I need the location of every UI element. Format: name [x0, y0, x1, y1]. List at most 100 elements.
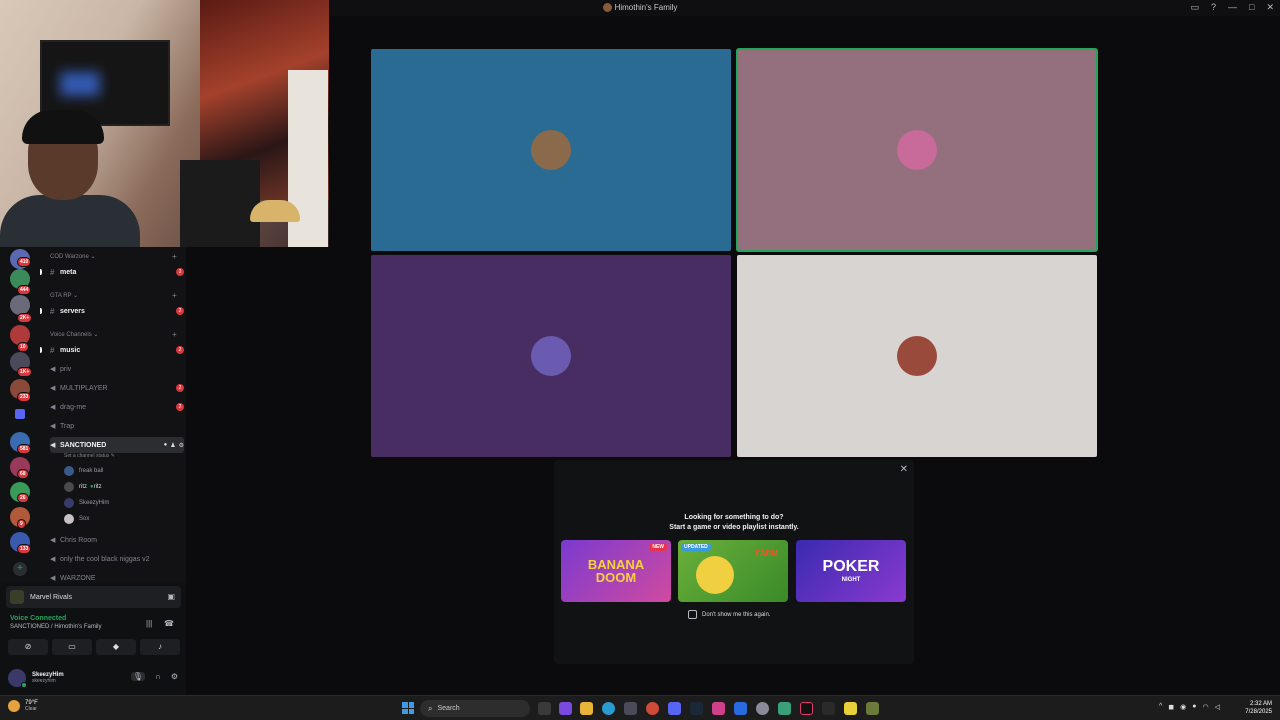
taskbar-app-icon[interactable] — [778, 702, 791, 715]
voice-channel-multiplayer[interactable]: ◀ MULTIPLAYER 2 — [50, 380, 184, 396]
edge-icon[interactable] — [602, 702, 615, 715]
server-icon[interactable] — [10, 295, 30, 315]
screen-share-button[interactable]: ▭ — [52, 639, 92, 655]
speaker-icon: ◀ — [50, 537, 56, 544]
voice-channel-warzone[interactable]: ◀ WARZONE — [50, 570, 184, 583]
microphone-icon[interactable]: 🎙 — [130, 672, 146, 681]
voice-user[interactable]: freak ball — [64, 464, 184, 478]
participant-avatar — [897, 336, 937, 376]
popup-subheading: Start a game or video playlist instantly… — [669, 524, 799, 531]
dresser — [180, 160, 260, 247]
taskbar-app-icon[interactable] — [559, 702, 572, 715]
chevron-up-icon[interactable]: ^ — [1159, 703, 1162, 711]
mention-badge: 26 — [17, 493, 29, 503]
microphone-icon[interactable]: ● — [1192, 703, 1196, 711]
chat-icon[interactable]: ● — [164, 442, 168, 449]
voice-user[interactable]: ritz ●ritz — [64, 480, 184, 494]
maximize-button[interactable]: □ — [1249, 2, 1254, 13]
voice-connection[interactable]: Voice Connected SANCTIONED / Himothin's … — [10, 615, 102, 630]
dont-show-checkbox[interactable]: Don't show me this again. — [688, 610, 771, 619]
help-icon[interactable]: ? — [1211, 2, 1216, 13]
game-title: FARM — [755, 549, 778, 558]
server-folder-icon[interactable] — [15, 409, 25, 419]
voice-user[interactable]: Sox — [64, 512, 184, 526]
close-icon[interactable]: ✕ — [900, 464, 908, 475]
voice-channel-trap[interactable]: ◀ Trap — [50, 418, 184, 434]
activity-icon[interactable]: ▣ — [167, 592, 175, 601]
unread-badge: 2 — [176, 346, 184, 354]
hash-icon: # — [50, 345, 55, 355]
video-tile-4[interactable] — [737, 255, 1097, 457]
gear-icon[interactable]: ⚙ — [171, 672, 178, 681]
tiktok-icon[interactable] — [800, 702, 813, 715]
mention-badge: 444 — [17, 285, 32, 295]
taskbar-app-icon[interactable] — [866, 702, 879, 715]
taskbar-app-icon[interactable] — [756, 702, 769, 715]
camera-off-button[interactable]: ⊘ — [8, 639, 48, 655]
add-channel-icon[interactable]: + — [172, 252, 177, 261]
voice-channel-priv[interactable]: ◀ priv — [50, 361, 184, 377]
taskbar-search[interactable]: ⌕ Search — [420, 700, 530, 717]
taskbar-app-icon[interactable] — [822, 702, 835, 715]
new-badge: NEW — [649, 543, 667, 551]
voice-channel-drag-me[interactable]: ◀ drag-me 2 — [50, 399, 184, 415]
participant-avatar — [531, 336, 571, 376]
steam-icon[interactable] — [690, 702, 703, 715]
headphones-icon[interactable]: ∩ — [155, 672, 161, 681]
category-gta-rp[interactable]: GTA RP ⌄ + — [50, 291, 177, 300]
tray-app-icon[interactable]: ◉ — [1180, 703, 1186, 711]
weather-widget[interactable]: 79°F Clear — [8, 700, 38, 712]
disconnect-icon[interactable]: ☎ — [164, 619, 174, 628]
taskbar-app-icon[interactable] — [734, 702, 747, 715]
chrome-icon[interactable] — [646, 702, 659, 715]
clock[interactable]: 2:32 AM 7/28/2025 — [1245, 700, 1272, 716]
activity-button[interactable]: ◆ — [96, 639, 136, 655]
mention-badge: 233 — [17, 392, 32, 402]
speaker-icon: ◀ — [50, 366, 56, 373]
mention-badge: 68 — [17, 469, 29, 479]
speaker-icon: ◀ — [50, 385, 56, 392]
close-button[interactable]: ✕ — [1266, 2, 1274, 13]
voice-channel-cool-v2[interactable]: ◀ only the cool black niggas v2 — [50, 551, 184, 567]
taskbar-app-icon[interactable] — [844, 702, 857, 715]
game-card-banana-doom[interactable]: BANANA DOOM NEW — [561, 540, 671, 602]
add-channel-icon[interactable]: + — [172, 330, 177, 339]
discord-icon[interactable] — [668, 702, 681, 715]
inbox-icon[interactable]: ▭ — [1190, 2, 1199, 13]
start-button[interactable] — [402, 702, 414, 714]
voice-channel-chris-room[interactable]: ◀ Chris Room — [50, 532, 184, 548]
voice-action-buttons: ⊘ ▭ ◆ ♪ — [8, 639, 180, 655]
channel-status[interactable]: Set a channel status ✎ — [64, 453, 115, 459]
game-card-farm[interactable]: FARM UPDATED — [678, 540, 788, 602]
invite-icon[interactable]: ♟ — [170, 442, 175, 449]
add-server-icon[interactable]: + — [13, 562, 27, 576]
channel-meta[interactable]: # meta 2 — [50, 264, 184, 280]
minimize-button[interactable]: — — [1228, 2, 1237, 13]
wifi-icon[interactable]: ◠ — [1203, 703, 1209, 711]
game-card-poker-night[interactable]: POKER NIGHT — [796, 540, 906, 602]
noise-suppression-icon[interactable]: ||| — [146, 619, 152, 628]
current-user[interactable]: SkeezyHim skeezyhim 🎙 ∩ ⚙ — [8, 665, 180, 691]
voice-user[interactable]: SkeezyHim — [64, 496, 184, 510]
checkbox-box[interactable] — [688, 610, 697, 619]
video-tile-3[interactable] — [371, 255, 731, 457]
add-channel-icon[interactable]: + — [172, 291, 177, 300]
instagram-icon[interactable] — [712, 702, 725, 715]
channel-music[interactable]: # music 2 — [50, 342, 184, 358]
category-cod-warzone[interactable]: COD Warzone ⌄ + — [50, 252, 177, 261]
game-subtitle: NIGHT — [841, 577, 861, 583]
soundboard-button[interactable]: ♪ — [140, 639, 180, 655]
taskbar-app-icon[interactable] — [624, 702, 637, 715]
gear-icon[interactable]: ⚙ — [179, 442, 184, 449]
tray-app-icon[interactable]: ◼ — [1168, 703, 1174, 711]
speaker-icon: ◀ — [50, 404, 56, 411]
taskbar-app-icon[interactable] — [538, 702, 551, 715]
video-tile-2[interactable] — [736, 48, 1098, 252]
channel-servers[interactable]: # servers 2 — [50, 303, 184, 319]
voice-channel-sanctioned[interactable]: ◀ SANCTIONED ● ♟ ⚙ — [50, 437, 184, 453]
volume-icon[interactable]: ◁ — [1215, 703, 1220, 711]
category-voice-channels[interactable]: Voice Channels ⌄ + — [50, 330, 177, 339]
activity-bar[interactable]: Marvel Rivals ▣ — [6, 586, 181, 608]
file-explorer-icon[interactable] — [580, 702, 593, 715]
video-tile-1[interactable] — [371, 49, 731, 251]
